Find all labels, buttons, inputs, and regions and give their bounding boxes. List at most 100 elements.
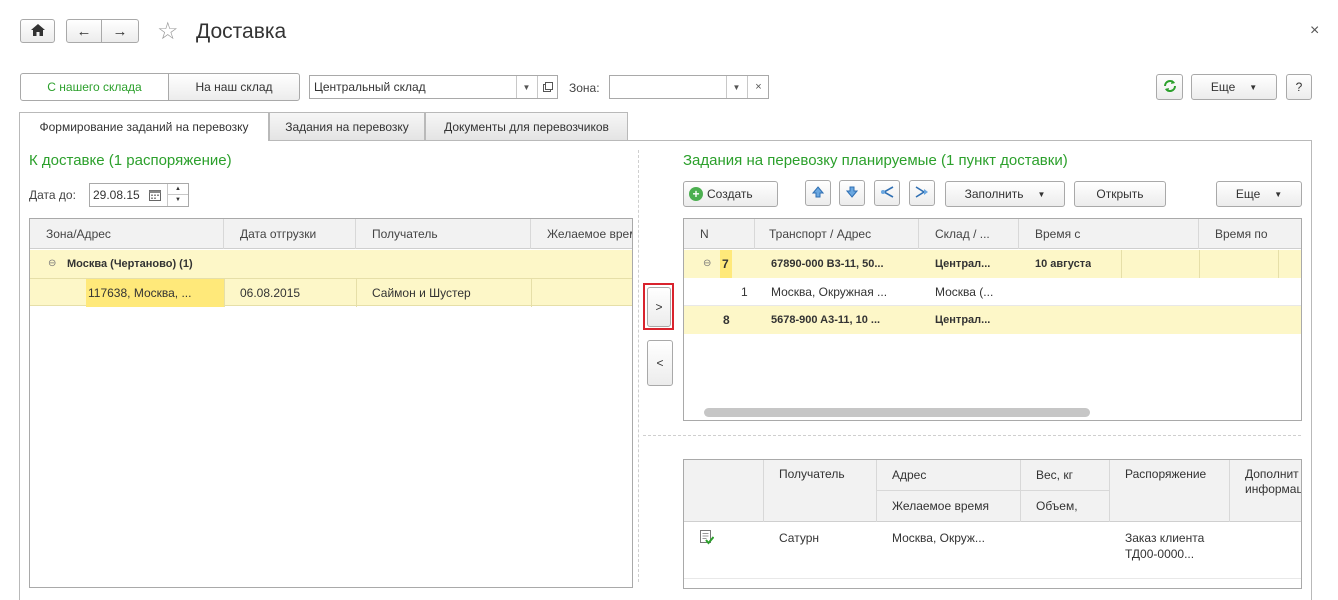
right-section-title: Задания на перевозку планируемые (1 пунк… [683, 152, 1068, 169]
add-icon: + [689, 187, 703, 201]
column-header[interactable]: Желаемое время [531, 219, 632, 249]
arrow-left-icon: ← [76, 22, 92, 40]
tab-forming-tasks[interactable]: Формирование заданий на перевозку [19, 112, 269, 141]
merge-button[interactable] [909, 180, 935, 206]
column-header[interactable]: Склад / ... [919, 219, 1019, 249]
open-label: Открыть [1096, 187, 1144, 201]
table-row[interactable]: 117638, Москва, ... 06.08.2015 Саймон и … [30, 278, 632, 307]
group-label: Москва (Чертаново) (1) [67, 258, 193, 270]
right-more-button[interactable]: Еще ▼ [1216, 181, 1302, 207]
chevron-down-icon: ▼ [1037, 189, 1046, 199]
clear-icon[interactable]: × [747, 76, 769, 98]
shipment-date: 06.08.2015 [240, 286, 301, 300]
zone-label: Зона: [569, 81, 600, 95]
task-number-value: 7 [722, 257, 729, 271]
create-label: Создать [707, 187, 753, 201]
warehouse-select[interactable]: Центральный склад ▼ [309, 75, 558, 99]
column-header[interactable]: Желаемое время [877, 491, 1021, 522]
forward-button[interactable]: → [101, 19, 139, 43]
refresh-button[interactable] [1156, 74, 1183, 100]
column-header[interactable]: Вес, кг [1021, 460, 1110, 491]
table-row[interactable]: 1 Москва, Окружная ... Москва (... [684, 278, 1301, 306]
help-button[interactable]: ? [1286, 74, 1312, 100]
favorite-star-icon[interactable]: ☆ [157, 19, 183, 45]
refresh-icon [1163, 79, 1177, 96]
address-value: 117638, Москва, ... [88, 286, 192, 300]
column-header[interactable]: Получатель [764, 460, 877, 522]
date-spin-down-icon[interactable]: ▼ [167, 195, 188, 206]
column-header[interactable]: N [684, 219, 755, 249]
collapse-icon[interactable]: ⊖ [48, 250, 56, 278]
more-button[interactable]: Еще ▼ [1191, 74, 1277, 100]
split-button[interactable] [874, 180, 900, 206]
tab-label: Формирование заданий на перевозку [39, 120, 249, 134]
collapse-icon[interactable]: ⊖ [703, 250, 711, 278]
table-row[interactable]: 8 5678-900 A3-11, 10 ... Централ... [684, 306, 1301, 334]
order-line-2: ТД00-0000... [1125, 547, 1195, 561]
column-header[interactable]: Адрес [877, 460, 1021, 491]
chevron-down-icon[interactable]: ▼ [726, 76, 746, 98]
chevron-down-icon[interactable]: ▼ [516, 76, 536, 98]
task-details-table: Получатель Адрес Желаемое время Вес, кг … [683, 459, 1302, 589]
cell-divider [356, 279, 357, 307]
date-spin-up-icon[interactable]: ▲ [167, 184, 188, 195]
zone-select[interactable]: ▼ × [609, 75, 769, 99]
document-check-icon [700, 530, 715, 548]
move-down-button[interactable] [839, 180, 865, 206]
address-cell[interactable]: 117638, Москва, ... [86, 279, 224, 307]
group-row[interactable]: ⊖ Москва (Чертаново) (1) [30, 250, 632, 278]
fill-button[interactable]: Заполнить ▼ [945, 181, 1065, 207]
merge-icon [915, 185, 929, 201]
column-header[interactable]: Распоряжение [1110, 460, 1230, 522]
table-row[interactable]: Сатурн Москва, Окруж... Заказ клиента ТД… [684, 523, 1301, 579]
table-header: Получатель Адрес Желаемое время Вес, кг … [684, 460, 1301, 522]
date-value: 29.08.15 [93, 188, 140, 202]
vertical-divider [638, 150, 639, 582]
horizontal-divider [643, 435, 1301, 436]
tab-active-cover [20, 139, 268, 141]
column-header[interactable]: Дата отгрузки [224, 219, 356, 249]
tab-label: Задания на перевозку [285, 119, 409, 134]
column-header[interactable]: Получатель [356, 219, 531, 249]
column-header[interactable]: Время по [1199, 219, 1301, 249]
column-header[interactable]: Зона/Адрес [30, 219, 224, 249]
to-our-warehouse-toggle[interactable]: На наш склад [168, 73, 300, 101]
column-header[interactable]: Дополнит информац [1230, 460, 1301, 522]
move-right-button[interactable]: > [647, 287, 671, 327]
task-number: 7 [720, 250, 732, 278]
move-up-button[interactable] [805, 180, 831, 206]
tab-carrier-documents[interactable]: Документы для перевозчиков [425, 112, 628, 140]
table-row[interactable]: ⊖ 7 67890-000 B3-11, 50... Централ... 10… [684, 250, 1301, 278]
calendar-icon[interactable] [149, 189, 161, 204]
arrow-up-icon [811, 185, 825, 201]
arrow-down-icon [845, 186, 859, 201]
back-button[interactable]: ← [66, 19, 102, 43]
date-field[interactable]: 29.08.15 ▲ ▼ [89, 183, 189, 207]
toggle-from-label: С нашего склада [47, 80, 142, 94]
more-label: Еще [1235, 187, 1261, 201]
split-icon [880, 185, 894, 201]
home-button[interactable] [20, 19, 55, 43]
warehouse-value: Центральный склад [314, 80, 426, 94]
column-header[interactable]: Транспорт / Адрес [755, 219, 919, 249]
transport-value: 67890-000 B3-11, 50... [771, 258, 884, 270]
more-label: Еще [1210, 80, 1236, 94]
help-label: ? [1295, 80, 1303, 94]
column-header[interactable]: Время с [1019, 219, 1199, 249]
close-icon[interactable]: × [1310, 22, 1319, 40]
transport-value: 5678-900 A3-11, 10 ... [771, 314, 881, 326]
create-button[interactable]: + Создать [683, 181, 778, 207]
table-header: N Транспорт / Адрес Склад / ... Время с … [684, 219, 1301, 249]
open-button[interactable]: Открыть [1074, 181, 1166, 207]
open-form-icon[interactable] [537, 76, 558, 98]
tab-transport-tasks[interactable]: Задания на перевозку [269, 112, 425, 140]
from-our-warehouse-toggle[interactable]: С нашего склада [20, 73, 169, 101]
horizontal-scrollbar[interactable] [704, 408, 1090, 417]
column-header[interactable]: Объем, [1021, 491, 1110, 522]
point-number: 1 [741, 285, 748, 299]
move-right-label: > [655, 300, 663, 314]
chevron-down-icon: ▼ [1274, 189, 1283, 199]
move-left-button[interactable]: < [647, 340, 673, 386]
task-number: 8 [723, 313, 730, 327]
left-section-title: К доставке (1 распоряжение) [29, 152, 232, 169]
